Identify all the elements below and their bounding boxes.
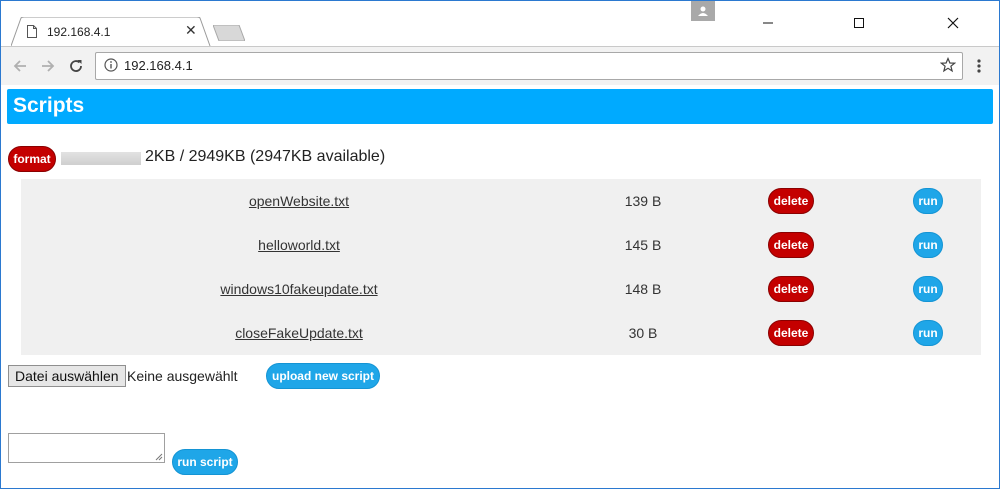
upload-script-button[interactable]: upload new script bbox=[266, 363, 380, 389]
forward-arrow-icon bbox=[42, 60, 55, 72]
info-icon[interactable] bbox=[104, 58, 118, 77]
run-button[interactable]: run bbox=[913, 188, 943, 214]
user-icon bbox=[698, 6, 708, 16]
table-row: openWebsite.txt 139 B delete run bbox=[21, 179, 981, 223]
script-command-input[interactable] bbox=[8, 433, 165, 463]
run-button[interactable]: run bbox=[913, 276, 943, 302]
address-url: 192.168.4.1 bbox=[124, 58, 193, 73]
storage-usage-text: 2KB / 2949KB (2947KB available) bbox=[145, 148, 386, 165]
reload-icon bbox=[70, 60, 82, 72]
tab-strip: 192.168.4.1 ✕ bbox=[1, 1, 999, 47]
browser-menu-button[interactable] bbox=[969, 56, 989, 76]
page-header: Scripts bbox=[7, 89, 993, 124]
address-bar[interactable]: 192.168.4.1 bbox=[95, 52, 963, 80]
browser-tab[interactable]: 192.168.4.1 ✕ bbox=[11, 17, 211, 47]
browser-window: 192.168.4.1 ✕ 192.168.4.1 Scripts format… bbox=[0, 0, 1000, 489]
browser-toolbar: 192.168.4.1 bbox=[1, 46, 999, 86]
close-icon[interactable]: ✕ bbox=[185, 22, 197, 39]
forward-button[interactable] bbox=[37, 55, 59, 77]
new-tab-button[interactable] bbox=[212, 24, 246, 42]
back-button[interactable] bbox=[9, 55, 31, 77]
menu-dots-icon bbox=[977, 59, 981, 73]
storage-usage-bar bbox=[61, 152, 141, 165]
star-icon[interactable] bbox=[939, 56, 957, 78]
maximize-button[interactable] bbox=[836, 1, 882, 45]
profile-button[interactable] bbox=[691, 1, 715, 21]
delete-button[interactable]: delete bbox=[768, 188, 814, 214]
back-arrow-icon bbox=[13, 60, 26, 72]
no-file-selected-text: Keine ausgewählt bbox=[127, 368, 238, 384]
minimize-icon bbox=[763, 22, 773, 24]
window-close-icon bbox=[947, 17, 959, 29]
tab-shape bbox=[11, 17, 211, 47]
table-row: windows10fakeupdate.txt 148 B delete run bbox=[21, 267, 981, 311]
format-button[interactable]: format bbox=[8, 146, 56, 172]
table-row: closeFakeUpdate.txt 30 B delete run bbox=[21, 311, 981, 355]
table-row: helloworld.txt 145 B delete run bbox=[21, 223, 981, 267]
page-content: Scripts format 2KB / 2949KB (2947KB avai… bbox=[1, 85, 999, 488]
delete-button[interactable]: delete bbox=[768, 276, 814, 302]
tab-title: 192.168.4.1 bbox=[47, 25, 111, 39]
maximize-icon bbox=[854, 18, 864, 28]
run-script-button[interactable]: run script bbox=[172, 449, 238, 475]
minimize-button[interactable] bbox=[745, 1, 791, 45]
reload-button[interactable] bbox=[65, 55, 87, 77]
page-icon bbox=[27, 25, 37, 38]
resize-grip-icon[interactable] bbox=[155, 453, 163, 461]
window-close-button[interactable] bbox=[930, 1, 976, 45]
delete-button[interactable]: delete bbox=[768, 320, 814, 346]
script-table: openWebsite.txt 139 B delete run hellowo… bbox=[21, 179, 981, 355]
run-button[interactable]: run bbox=[913, 320, 943, 346]
delete-button[interactable]: delete bbox=[768, 232, 814, 258]
page-title: Scripts bbox=[13, 94, 85, 117]
run-button[interactable]: run bbox=[913, 232, 943, 258]
choose-file-button[interactable]: Datei auswählen bbox=[8, 365, 126, 387]
